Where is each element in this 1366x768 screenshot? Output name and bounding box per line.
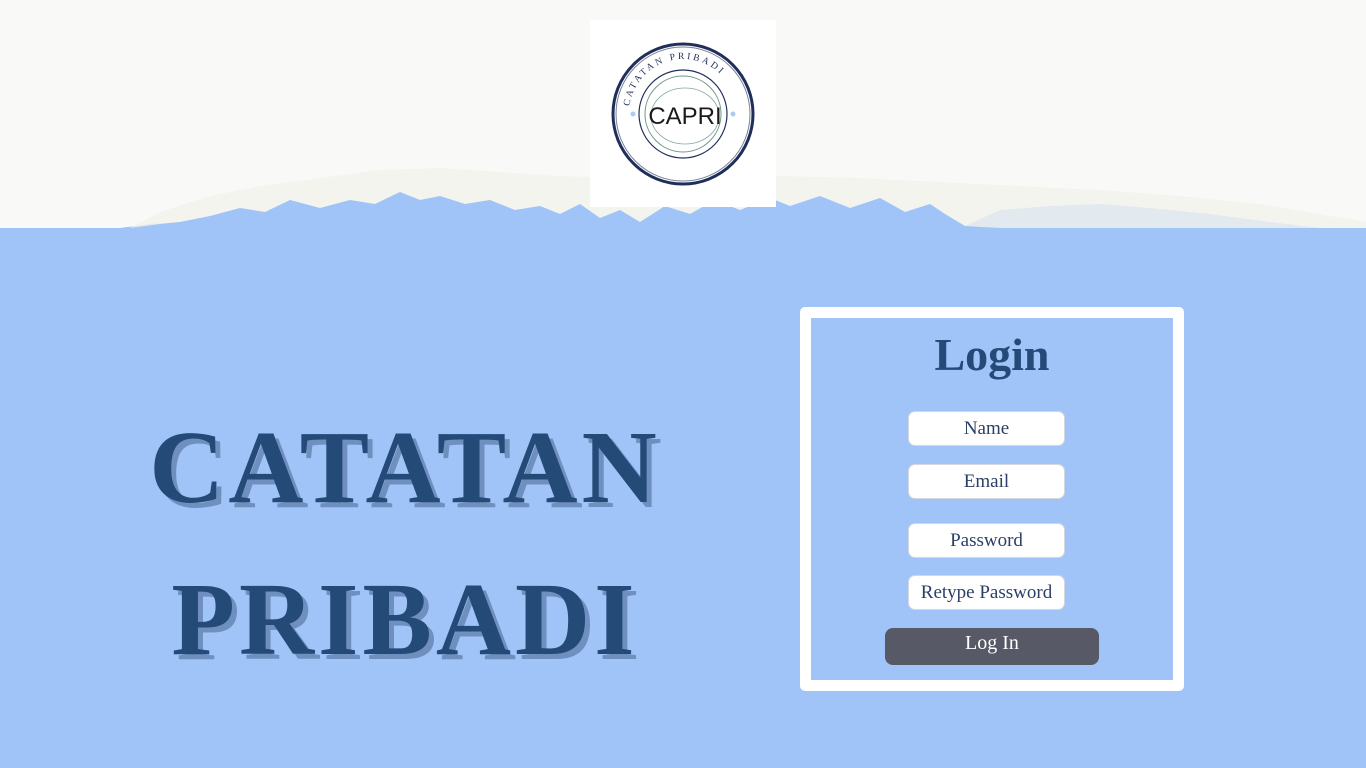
app-title: CATATAN PRIBADI [100, 392, 710, 696]
login-panel: Login Log In [800, 307, 1184, 691]
name-input[interactable] [908, 411, 1065, 446]
log-in-button[interactable]: Log In [885, 628, 1099, 665]
logo-seal: CATATAN PRIBADI CAPRI [611, 42, 755, 186]
app-title-line1: CATATAN [149, 409, 661, 525]
retype-password-input[interactable] [908, 575, 1065, 610]
page: CATATAN PRIBADI CAPRI CATATAN PRIBADI Lo… [0, 0, 1366, 768]
password-input[interactable] [908, 523, 1065, 558]
capri-logo: CATATAN PRIBADI CAPRI [590, 20, 776, 207]
email-input[interactable] [908, 464, 1065, 499]
login-form: Login Log In [811, 318, 1173, 680]
login-heading: Login [934, 329, 1050, 380]
app-title-line2: PRIBADI [171, 561, 639, 677]
logo-center-text: CAPRI [648, 103, 721, 130]
